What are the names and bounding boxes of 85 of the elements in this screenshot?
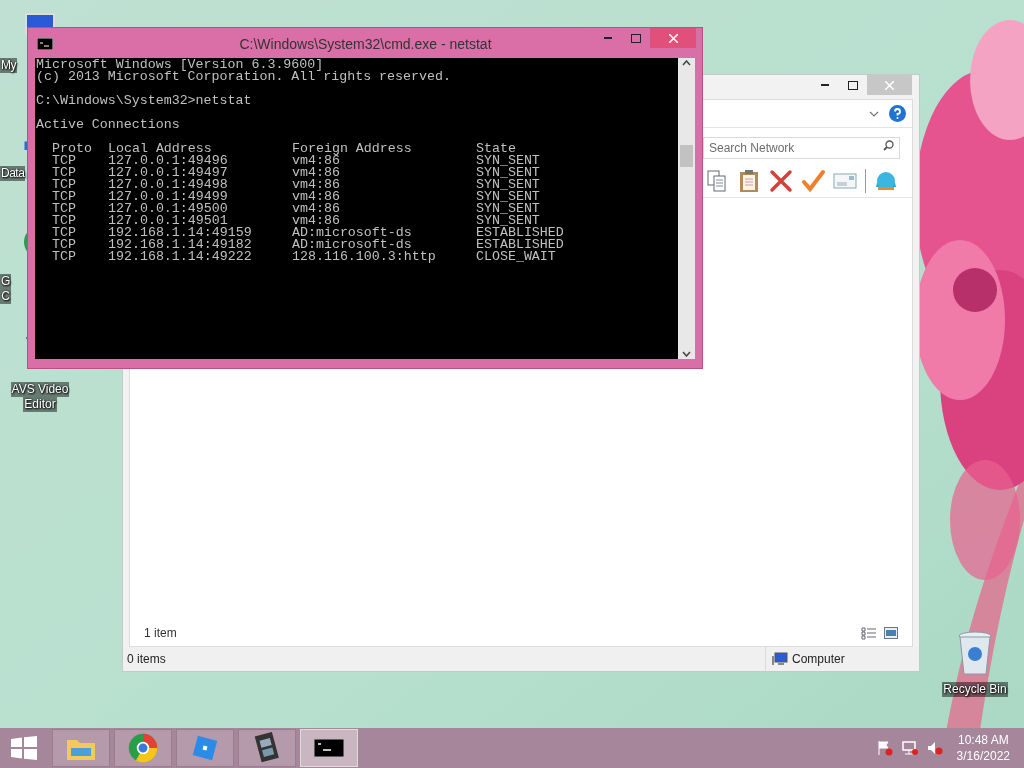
table-cell-text: TCP bbox=[52, 251, 77, 263]
table-cell-text: 127.0.0.1:49499 bbox=[108, 191, 229, 203]
table-cell-text: TCP bbox=[52, 191, 77, 203]
scroll-down-icon[interactable] bbox=[682, 351, 691, 357]
column-header: State bbox=[476, 143, 516, 155]
selection-count: 0 items bbox=[127, 651, 166, 668]
table-cell-text: vm4:86 bbox=[292, 203, 341, 215]
desktop-icon-label[interactable]: Editor bbox=[23, 397, 57, 412]
table-cell-text: TCP bbox=[52, 203, 77, 215]
desktop-icon-label[interactable]: C bbox=[0, 289, 11, 304]
column-header: Local Address bbox=[108, 143, 212, 155]
search-field[interactable]: Search Network bbox=[703, 137, 900, 159]
desktop-icon-label[interactable]: AVS Video bbox=[10, 382, 70, 397]
help-icon[interactable] bbox=[889, 105, 906, 122]
console-line: Microsoft Windows [Version 6.3.9600] bbox=[36, 59, 325, 71]
delete-icon[interactable] bbox=[769, 168, 793, 193]
column-header: Foreign Address bbox=[292, 143, 413, 155]
desktop-icon-label[interactable]: G bbox=[0, 274, 11, 289]
table-cell-text: SYN_SENT bbox=[476, 167, 541, 179]
flag-icon[interactable] bbox=[876, 740, 893, 756]
desktop-icon-label[interactable]: My bbox=[0, 58, 17, 73]
clipboard-icon[interactable] bbox=[737, 168, 761, 193]
table-cell-text: 127.0.0.1:49498 bbox=[108, 179, 229, 191]
network-icon[interactable] bbox=[901, 740, 918, 756]
table-cell-text: vm4:86 bbox=[292, 191, 341, 203]
table-cell-text: TCP bbox=[52, 227, 77, 239]
clock-date[interactable]: 3/16/2022 bbox=[956, 748, 1010, 764]
minimize-icon bbox=[604, 37, 612, 39]
recycle-bin-icon[interactable] bbox=[957, 630, 993, 676]
table-cell-text: ESTABLISHED bbox=[476, 227, 565, 239]
table-cell-text: TCP bbox=[52, 239, 77, 251]
table-cell-text: 128.116.100.3:http bbox=[292, 251, 437, 263]
chevron-down-icon[interactable] bbox=[869, 110, 879, 117]
item-count: 1 item bbox=[144, 625, 177, 642]
table-cell-text: 127.0.0.1:49501 bbox=[108, 215, 228, 227]
search-icon bbox=[883, 140, 894, 151]
column-header: Proto bbox=[52, 143, 93, 155]
table-cell-text: 192.168.1.14:49159 bbox=[108, 227, 253, 239]
table-cell-text: 192.168.1.14:49222 bbox=[108, 251, 253, 263]
table-cell-text: 127.0.0.1:49497 bbox=[108, 167, 229, 179]
table-cell-text: vm4:86 bbox=[292, 179, 341, 191]
table-cell-text: 192.168.1.14:49182 bbox=[108, 239, 253, 251]
table-cell-text: AD:microsoft-ds bbox=[292, 239, 412, 251]
table-cell-text: SYN_SENT bbox=[476, 215, 540, 227]
table-cell-text: TCP bbox=[52, 179, 77, 191]
table-cell-text: 127.0.0.1:49496 bbox=[108, 155, 229, 167]
table-cell-text: TCP bbox=[52, 215, 77, 227]
computer-icon bbox=[772, 652, 788, 666]
desktop-icon-label[interactable]: Data bbox=[0, 166, 26, 181]
thumbnail-view-icon[interactable] bbox=[884, 626, 898, 639]
close-button[interactable] bbox=[650, 28, 696, 48]
table-cell-text: vm4:86 bbox=[292, 215, 340, 227]
maximize-icon bbox=[631, 33, 641, 43]
maximize-icon bbox=[848, 80, 858, 90]
table-cell-text: SYN_SENT bbox=[476, 179, 541, 191]
table-cell-text: SYN_SENT bbox=[476, 191, 541, 203]
table-cell-text: CLOSE_WAIT bbox=[476, 251, 557, 263]
checkmark-icon[interactable] bbox=[801, 168, 825, 193]
scrollbar[interactable] bbox=[678, 58, 695, 359]
details-view-icon[interactable] bbox=[861, 626, 876, 640]
close-icon bbox=[668, 33, 678, 43]
console-prompt: C:\Windows\System32>netstat bbox=[36, 95, 253, 107]
console-icon bbox=[37, 38, 53, 50]
table-cell-text: SYN_SENT bbox=[476, 203, 541, 215]
desktop-icon-label[interactable]: Recycle Bin bbox=[942, 682, 1008, 697]
table-cell-text: ESTABLISHED bbox=[476, 239, 565, 251]
window-title: C:\Windows\System32\cmd.exe - netstat bbox=[238, 35, 493, 54]
console-line: (c) 2013 Microsoft Corporation. All rights reserved. bbox=[36, 71, 452, 83]
table-cell-text: vm4:86 bbox=[292, 167, 341, 179]
table-cell-text: TCP bbox=[52, 167, 77, 179]
close-icon bbox=[885, 80, 894, 90]
table-cell-text: SYN_SENT bbox=[476, 155, 541, 167]
scroll-up-icon[interactable] bbox=[682, 60, 691, 66]
table-cell-text: TCP bbox=[52, 155, 77, 167]
windows-logo-icon[interactable] bbox=[11, 736, 37, 760]
clock-time[interactable]: 10:48 AM bbox=[957, 732, 1009, 748]
location-label: Computer bbox=[792, 651, 845, 668]
table-cell-text: 127.0.0.1:49500 bbox=[108, 203, 229, 215]
table-cell-text: vm4:86 bbox=[292, 155, 340, 167]
speaker-muted-icon[interactable] bbox=[926, 740, 943, 756]
console-heading: Active Connections bbox=[36, 119, 181, 131]
minimize-icon bbox=[821, 84, 829, 86]
scroll-thumb[interactable] bbox=[680, 145, 693, 167]
chrome-icon bbox=[127, 732, 159, 764]
table-cell-text: AD:microsoft-ds bbox=[292, 227, 413, 239]
